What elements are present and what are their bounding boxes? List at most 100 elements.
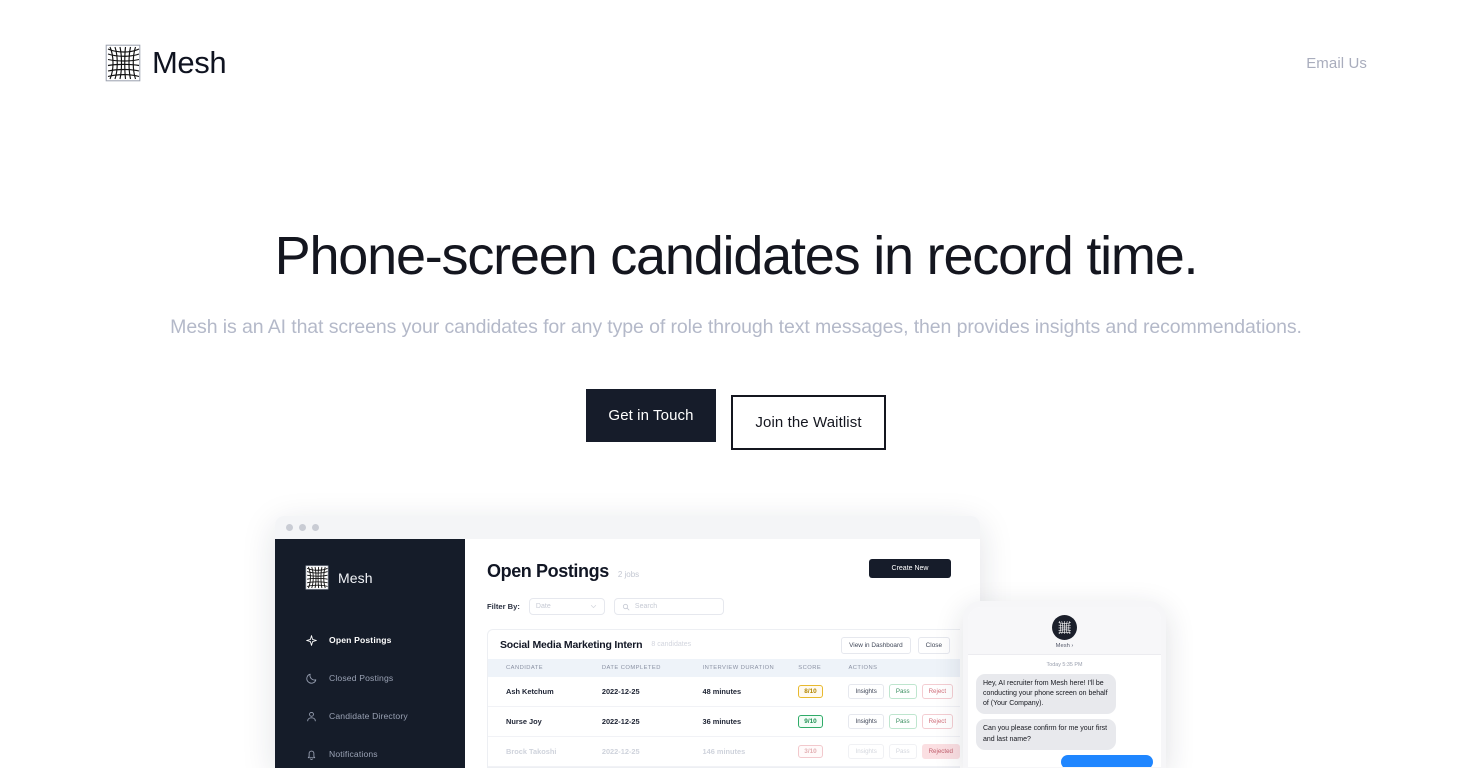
job-count: 2 jobs — [617, 570, 640, 579]
posting-title: Social Media Marketing Intern — [500, 638, 643, 651]
action-reject-button[interactable]: Reject — [921, 684, 954, 699]
phone-mockup: Mesh › Today 5:35 PM Hey, AI recruiter f… — [963, 601, 1166, 768]
table-row[interactable]: Ash Ketchum 2022-12-25 48 minutes 8/10 Insig… — [488, 677, 960, 707]
dashboard-mockup: Mesh Open Postings Closed Postings Candi… — [275, 516, 980, 768]
column-header-candidate: CANDIDATE — [506, 665, 544, 671]
posting-card-header: Social Media Marketing Intern 8 candidat… — [488, 630, 960, 659]
sidebar-item-label: Closed Postings — [329, 673, 394, 683]
action-pass-button[interactable]: Pass — [888, 744, 917, 759]
phone-screen: Mesh › Today 5:35 PM Hey, AI recruiter f… — [968, 607, 1161, 767]
candidates-table: CANDIDATE DATE COMPLETED INTERVIEW DURAT… — [488, 659, 960, 767]
search-icon — [622, 603, 630, 610]
hero-section: Phone-screen candidates in record time. … — [0, 126, 1472, 451]
join-waitlist-button[interactable]: Join the Waitlist — [731, 395, 886, 451]
sparkle-icon — [306, 634, 317, 646]
action-insights-button[interactable]: Insights — [848, 684, 884, 699]
message-bubble: Can you please confirm for me your first… — [976, 719, 1116, 750]
sidebar-item-notifications[interactable]: Notifications — [305, 741, 465, 767]
table-row[interactable]: Brock Takoshi 2022-12-25 146 minutes 3/10 In… — [488, 736, 960, 767]
status-badge: 3/10 — [798, 745, 823, 758]
cell-candidate: Nurse Joy — [488, 706, 602, 737]
create-new-button[interactable]: Create New — [869, 559, 951, 578]
cell-interview-duration: 146 minutes — [702, 736, 799, 767]
action-rejected-button[interactable]: Rejected — [921, 744, 960, 759]
person-icon — [307, 711, 316, 721]
sidebar-item-label: Candidate Directory — [329, 711, 408, 721]
posting-card: Social Media Marketing Intern 8 candidat… — [487, 629, 960, 768]
candidates-table-body: Ash Ketchum 2022-12-25 48 minutes 8/10 Insig… — [488, 677, 960, 767]
status-badge: 9/10 — [798, 715, 823, 728]
brand-logo[interactable]: Mesh — [105, 44, 227, 82]
cta-row: Get in Touch Join the Waitlist — [0, 389, 1472, 451]
cell-date-completed: 2022-12-25 — [601, 736, 703, 767]
action-pass-button[interactable]: Pass — [888, 684, 917, 699]
action-insights-button[interactable]: Insights — [848, 744, 884, 759]
cell-score: 9/10 — [798, 706, 849, 737]
mesh-grid-logo-icon — [105, 44, 141, 82]
brand-name: Mesh — [152, 45, 227, 80]
get-in-touch-button[interactable]: Get in Touch — [586, 389, 716, 443]
browser-title-bar — [275, 516, 980, 539]
action-reject-button[interactable]: Reject — [921, 714, 954, 729]
action-insights-button[interactable]: Insights — [848, 714, 884, 729]
cell-interview-duration: 36 minutes — [702, 706, 799, 737]
sidebar-item-label: Notifications — [329, 749, 378, 759]
outgoing-message-bubble — [1061, 754, 1153, 767]
filter-label: Filter By: — [487, 602, 520, 611]
filter-bar: Filter By: Date Search — [487, 598, 980, 615]
moon-icon — [306, 673, 317, 684]
dashboard-main: Open Postings 2 jobs Create New Filter B… — [465, 539, 980, 768]
column-header-date-completed: DATE COMPLETED — [601, 665, 661, 671]
cell-candidate: Ash Ketchum — [488, 677, 602, 707]
status-badge: 8/10 — [798, 685, 823, 698]
chevron-down-icon — [590, 605, 597, 609]
bell-icon — [307, 750, 316, 760]
nav-email-us[interactable]: Email Us — [1306, 55, 1367, 72]
date-filter-select[interactable]: Date — [528, 598, 605, 615]
page-title: Phone-screen candidates in record time. — [274, 226, 1199, 286]
table-header-row: CANDIDATE DATE COMPLETED INTERVIEW DURAT… — [488, 659, 960, 677]
posting-card-actions: View in Dashboard Close — [841, 637, 950, 654]
cell-date-completed: 2022-12-25 — [601, 706, 703, 737]
close-posting-button[interactable]: Close — [917, 637, 950, 654]
posting-candidate-count: 8 candidates — [651, 641, 692, 648]
message-timestamp: Today 5:35 PM — [1046, 662, 1083, 668]
table-row[interactable]: Nurse Joy 2022-12-25 36 minutes 9/10 Insight… — [488, 706, 960, 737]
column-header-actions: ACTIONS — [848, 665, 878, 671]
column-header-interview-duration: INTERVIEW DURATION — [702, 665, 775, 671]
sidebar-brand: Mesh — [305, 565, 465, 590]
dashboard-sidebar: Mesh Open Postings Closed Postings Candi… — [275, 539, 465, 768]
contact-name[interactable]: Mesh › — [968, 643, 1161, 649]
sidebar-item-label: Open Postings — [329, 635, 392, 645]
message-list: Today 5:35 PM Hey, AI recruiter from Mes… — [968, 655, 1161, 767]
message-thread-header: Mesh › — [968, 607, 1161, 655]
sidebar-item-open-postings[interactable]: Open Postings — [305, 627, 465, 653]
cell-interview-duration: 48 minutes — [702, 677, 799, 707]
sidebar-brand-name: Mesh — [338, 569, 373, 586]
message-bubble: Hey, AI recruiter from Mesh here! I'll b… — [976, 674, 1116, 715]
action-pass-button[interactable]: Pass — [888, 714, 917, 729]
main-title: Open Postings — [487, 561, 609, 581]
avatar — [1052, 615, 1077, 640]
hero-subtitle: Mesh is an AI that screens your candidat… — [170, 316, 1302, 339]
cell-actions: Insights Pass Reject — [848, 706, 960, 737]
cell-candidate: Brock Takoshi — [488, 736, 602, 767]
cell-score: 8/10 — [798, 677, 849, 707]
mesh-grid-logo-icon — [305, 565, 329, 590]
date-filter-value: Date — [535, 603, 551, 610]
window-close-dot — [286, 524, 293, 531]
cell-actions: Insights Pass Rejected — [848, 736, 960, 767]
product-showcase: Mesh Open Postings Closed Postings Candi… — [0, 516, 1472, 768]
column-header-score: SCORE — [798, 665, 822, 671]
search-placeholder: Search — [634, 603, 658, 610]
window-minimize-dot — [299, 524, 306, 531]
search-input[interactable]: Search — [613, 598, 724, 615]
window-maximize-dot — [312, 524, 319, 531]
sidebar-item-candidate-directory[interactable]: Candidate Directory — [305, 703, 465, 729]
cell-date-completed: 2022-12-25 — [601, 677, 703, 707]
site-header: Mesh Email Us — [0, 0, 1472, 126]
mesh-grid-logo-icon — [1057, 620, 1072, 635]
cell-score: 3/10 — [798, 736, 849, 767]
sidebar-item-closed-postings[interactable]: Closed Postings — [305, 665, 465, 691]
view-in-dashboard-button[interactable]: View in Dashboard — [841, 637, 911, 654]
